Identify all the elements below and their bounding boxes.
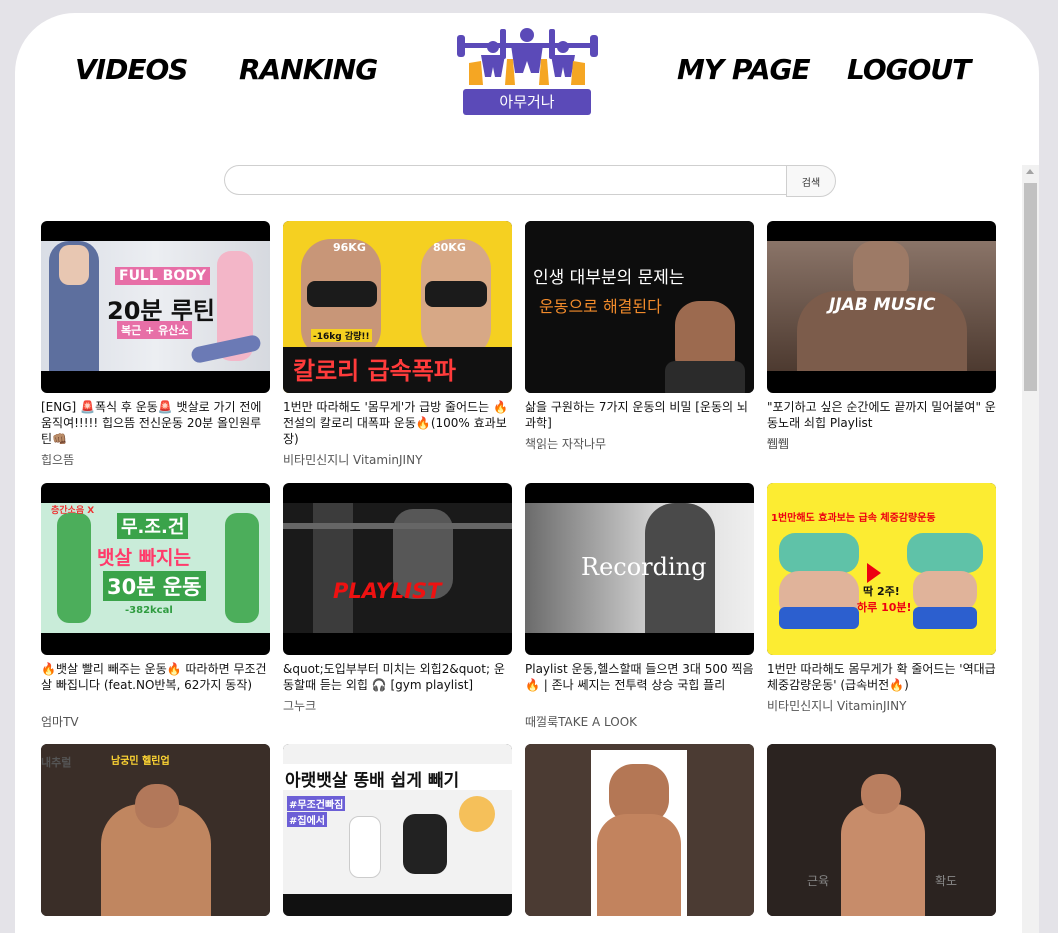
thumbnail-caption: 복근 + 유산소	[117, 321, 193, 339]
scrollbar[interactable]	[1022, 165, 1039, 933]
search-bar: 검색	[224, 165, 838, 197]
video-thumbnail[interactable]: 층간소음 X 무.조.건 뱃살 빠지는 30분 운동 -382kcal	[41, 483, 270, 655]
video-thumbnail[interactable]: 근육 확도	[767, 744, 996, 916]
thumbnail-caption: 확도	[935, 874, 958, 888]
thumbnail-caption: 80KG	[433, 241, 466, 254]
video-channel[interactable]: 쮑쮑	[767, 435, 996, 452]
video-title[interactable]: Playlist 운동,헬스할때 들으면 3대 500 찍음🔥 | 존나 쎄지는…	[525, 661, 754, 693]
thumbnail-caption: 30분 운동	[103, 571, 206, 601]
video-channel[interactable]: 엄마TV	[41, 713, 270, 730]
thumbnail-caption: 인생 대부분의 문제는	[533, 268, 685, 288]
video-channel[interactable]: 비타민신지니 VitaminJINY	[767, 697, 996, 714]
thumbnail-caption: 남궁민 헬린업	[111, 756, 170, 767]
video-thumbnail[interactable]	[525, 744, 754, 916]
video-channel[interactable]: 때껄룩TAKE A LOOK	[525, 713, 754, 730]
thumbnail-caption: 아랫뱃살 똥배 쉽게 빼기	[285, 771, 460, 791]
video-channel[interactable]: 그누크	[283, 697, 512, 714]
video-title[interactable]: 🔥뱃살 빨리 빼주는 운동🔥 따라하면 무조건 살 빠집니다 (feat.NO반…	[41, 661, 270, 693]
page-frame: VIDEOS RANKING MY PAGE LOGOUT 아무거나 검색 FU…	[15, 13, 1039, 933]
video-thumbnail[interactable]: PLAYLIST	[283, 483, 512, 655]
thumbnail-caption: 무.조.건	[117, 513, 189, 539]
thumbnail-caption: #무조건빠짐	[287, 796, 346, 811]
video-thumbnail[interactable]: Recording	[525, 483, 754, 655]
video-thumbnail[interactable]: FULL BODY 20분 루틴 복근 + 유산소	[41, 221, 270, 393]
video-title[interactable]: 1번만 따라해도 몸무게가 확 줄어드는 '역대급 체중감량운동' (급속버전🔥…	[767, 661, 996, 693]
video-thumbnail[interactable]: 96KG 80KG -16kg 감량!! 칼로리 급속폭파	[283, 221, 512, 393]
video-channel[interactable]: 책읽는 자작나무	[525, 435, 754, 452]
video-thumbnail[interactable]: JJAB MUSIC	[767, 221, 996, 393]
scroll-up-arrow-icon[interactable]	[1026, 169, 1034, 174]
logo-text: 아무거나	[463, 89, 591, 115]
nav-mypage-link[interactable]: MY PAGE	[677, 53, 811, 86]
video-thumbnail[interactable]: 아랫뱃살 똥배 쉽게 빼기 #무조건빠짐 #집에서	[283, 744, 512, 916]
thumbnail-caption: JJAB MUSIC	[829, 295, 936, 315]
video-channel[interactable]: 비타민신지니 VitaminJINY	[283, 451, 512, 468]
video-title[interactable]: &quot;도입부부터 미치는 외힙2&quot; 운동할때 듣는 외힙 🎧 […	[283, 661, 512, 693]
video-thumbnail[interactable]: 인생 대부분의 문제는 운동으로 해결된다	[525, 221, 754, 393]
thumbnail-caption: FULL BODY	[115, 267, 210, 285]
thumbnail-caption: Recording	[581, 553, 707, 581]
thumbnail-caption: #집에서	[287, 812, 327, 827]
thumbnail-caption: 층간소음 X	[51, 506, 95, 516]
thumbnail-caption: -16kg 감량!!	[311, 329, 372, 342]
video-title[interactable]: 삶을 구원하는 7가지 운동의 비밀 [운동의 뇌과학]	[525, 399, 754, 431]
nav-logout-link[interactable]: LOGOUT	[847, 53, 971, 86]
thumbnail-caption: 칼로리 급속폭파	[293, 357, 456, 385]
thumbnail-caption: 근육	[807, 874, 830, 888]
thumbnail-caption: 1번만해도 효과보는 급속 체중감량운동	[771, 513, 936, 524]
video-thumbnail[interactable]: 남궁민 헬린업 내추럴	[41, 744, 270, 916]
thumbnail-caption: 운동으로 해결된다	[539, 297, 662, 316]
thumbnail-caption: 내추럴	[41, 756, 72, 769]
site-logo[interactable]: 아무거나	[455, 25, 600, 117]
video-thumbnail[interactable]: 1번만해도 효과보는 급속 체중감량운동 딱 2주! 하루 10분!	[767, 483, 996, 655]
thumbnail-caption: 96KG	[333, 241, 366, 254]
search-button[interactable]: 검색	[786, 165, 836, 197]
thumbnail-caption: 뱃살 빠지는	[97, 547, 192, 569]
video-title[interactable]: "포기하고 싶은 순간에도 끝까지 밀어붙여" 운동노래 쇠힙 Playlist	[767, 399, 996, 431]
nav-videos-link[interactable]: VIDEOS	[75, 53, 188, 86]
nav-ranking-link[interactable]: RANKING	[239, 53, 378, 86]
thumbnail-caption: -382kcal	[125, 605, 173, 616]
video-channel[interactable]: 힙으뜸	[41, 451, 270, 468]
thumbnail-caption: PLAYLIST	[333, 579, 442, 603]
search-input[interactable]	[224, 165, 786, 195]
thumbnail-caption: 딱 2주!	[863, 585, 900, 598]
video-title[interactable]: [ENG] 🚨폭식 후 운동🚨 뱃살로 가기 전에 움직여!!!!! 힙으뜸 전…	[41, 399, 270, 447]
thumbnail-caption: 하루 10분!	[857, 601, 912, 614]
video-title[interactable]: 1번만 따라해도 '몸무게'가 급방 줄어드는 🔥전설의 칼로리 대폭파 운동🔥…	[283, 399, 512, 447]
scrollbar-thumb[interactable]	[1024, 183, 1037, 391]
weightlifter-logo-icon	[457, 28, 598, 85]
